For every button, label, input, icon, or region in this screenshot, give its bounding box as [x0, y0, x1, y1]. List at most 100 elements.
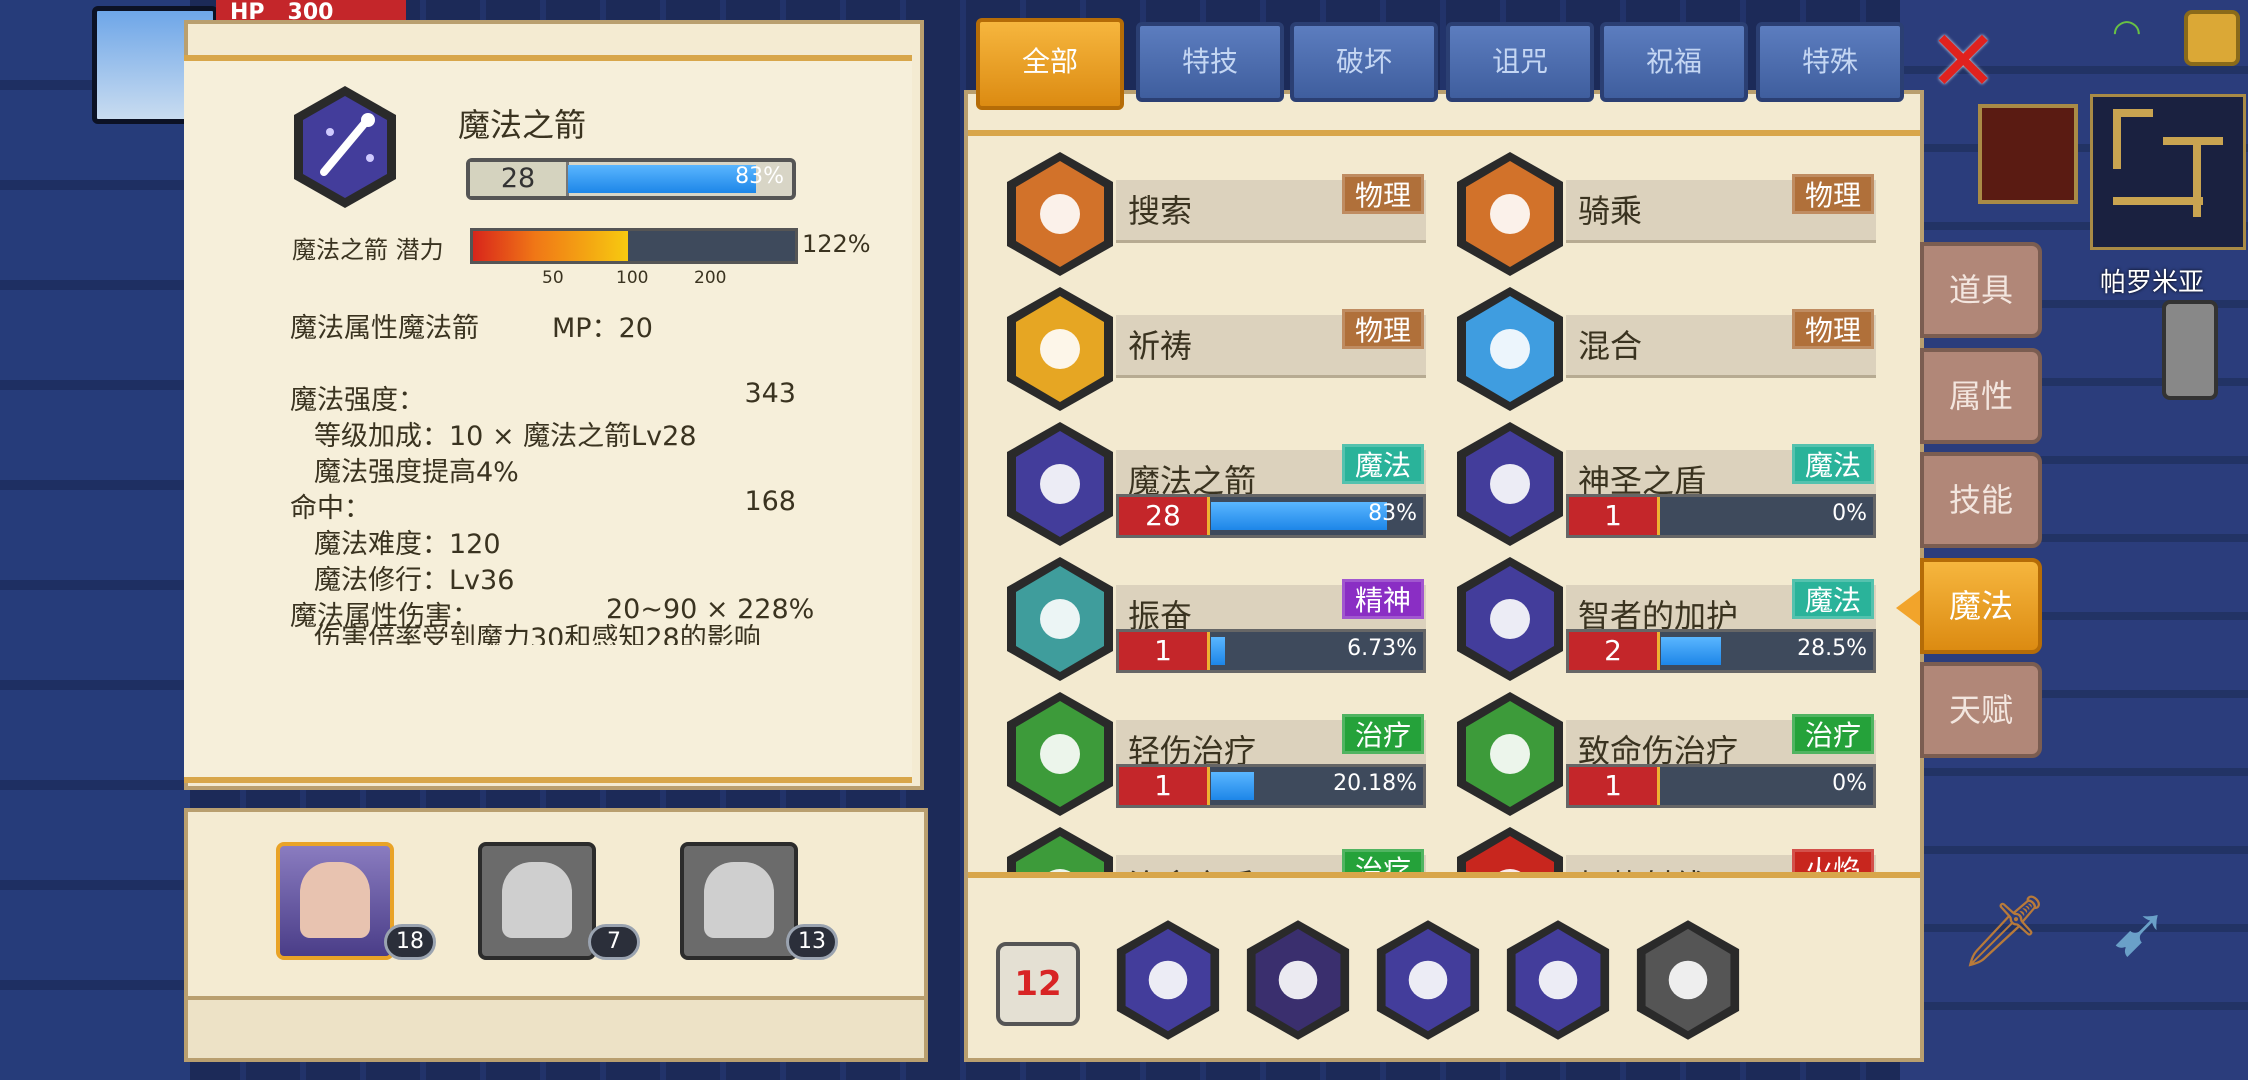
potential-label: 魔法之箭 潜力: [292, 236, 444, 264]
tab-blessing[interactable]: 祝福: [1600, 22, 1748, 102]
skill-level-percent: 0%: [1832, 501, 1867, 526]
skill-card[interactable]: 智者的加护 魔法 2 28.5%: [1454, 555, 1876, 683]
wifi-icon: ◠: [2112, 12, 2142, 52]
minimap[interactable]: [2090, 94, 2246, 250]
sword-icon[interactable]: 🗡: [1960, 890, 2049, 973]
skill-level-bar: 1 0%: [1566, 494, 1876, 538]
power-value: 343: [744, 378, 796, 409]
bow-icon[interactable]: ➹: [2110, 890, 2169, 972]
skill-type-tag: 火焰: [1791, 849, 1874, 872]
skill-level-bar: 2 28.5%: [1566, 629, 1876, 673]
side-tab-pointer: [1896, 590, 1920, 626]
skill-level-bar: 28 83%: [466, 158, 796, 200]
side-tab-items[interactable]: 道具: [1920, 242, 2042, 338]
flask-icon: [1457, 287, 1563, 411]
potential-tick: 100: [616, 268, 649, 288]
potential-tick: 50: [542, 268, 564, 288]
side-tab-attributes[interactable]: 属性: [1920, 348, 2042, 444]
skill-level-fill: [568, 165, 756, 193]
difficulty-line: 魔法难度：120: [314, 529, 501, 560]
skill-card[interactable]: 振奋 精神 1 6.73%: [1004, 555, 1426, 683]
location-label: 帕罗米亚: [2100, 268, 2205, 298]
party-member-2[interactable]: [478, 842, 596, 960]
tab-special-skill[interactable]: 特技: [1136, 22, 1284, 102]
side-tab-magic[interactable]: 魔法: [1920, 558, 2042, 654]
skill-card[interactable]: 治愈之手 治疗: [1004, 825, 1426, 872]
tab-curse[interactable]: 诅咒: [1446, 22, 1594, 102]
skill-level-bar: 1 6.73%: [1116, 629, 1426, 673]
party-member-1[interactable]: [276, 842, 394, 960]
skill-level-fill: [1211, 637, 1226, 665]
skill-level-bar: 1 20.18%: [1116, 764, 1426, 808]
skill-level-bar: 28 83%: [1116, 494, 1426, 538]
side-tab-skills[interactable]: 技能: [1920, 452, 2042, 548]
side-tab-talent[interactable]: 天赋: [1920, 662, 2042, 758]
shield-icon: [1457, 422, 1563, 546]
skill-name: 治愈之手: [1128, 861, 1256, 872]
hit-value: 168: [744, 486, 796, 517]
portrait-face: [704, 862, 774, 938]
quickbar-slot[interactable]: [1114, 918, 1222, 1042]
skill-card[interactable]: 炽热射线 火焰: [1454, 825, 1876, 872]
skill-type-tag: 精神: [1341, 579, 1424, 619]
sort-button[interactable]: 12: [996, 942, 1080, 1026]
skill-type-tag: 物理: [1791, 174, 1874, 214]
play-button[interactable]: [1978, 104, 2078, 204]
skill-card[interactable]: 搜索 物理: [1004, 150, 1426, 278]
training-line: 魔法修行：Lv36: [314, 565, 515, 596]
tab-special[interactable]: 特殊: [1756, 22, 1904, 102]
party-member-level: 18: [384, 924, 436, 960]
eye-pyramid-icon: [1457, 557, 1563, 681]
skill-type-tag: 物理: [1791, 309, 1874, 349]
skill-title: 魔法之箭: [458, 106, 587, 144]
skill-name: 炽热射线: [1578, 861, 1706, 872]
skill-name: 祈祷: [1128, 327, 1193, 365]
exit-button[interactable]: [2184, 10, 2240, 66]
party-member-3[interactable]: [680, 842, 798, 960]
skill-level-percent: 28.5%: [1797, 636, 1867, 661]
power-label: 魔法强度：: [290, 385, 425, 416]
party-strip: [184, 996, 928, 1062]
mp-line: MP：20: [552, 313, 653, 344]
skill-level: 2: [1569, 632, 1660, 670]
heal-drop-icon: [1007, 692, 1113, 816]
heart-heal-icon: [1457, 692, 1563, 816]
skill-card[interactable]: 致命伤治疗 治疗 1 0%: [1454, 690, 1876, 818]
fire-ray-icon: [1457, 827, 1563, 872]
tab-all[interactable]: 全部: [976, 18, 1124, 110]
tab-destruction[interactable]: 破坏: [1290, 22, 1438, 102]
heal-hand-icon: [1007, 827, 1113, 872]
damage-note: 伤害倍率受到魔力30和感知28的影响: [314, 623, 761, 645]
skill-name: 骑乘: [1578, 192, 1643, 230]
flame-icon: [1506, 920, 1610, 1040]
quickbar-slot[interactable]: [1634, 918, 1742, 1042]
phone-icon[interactable]: [2162, 300, 2218, 400]
skill-level: 1: [1569, 767, 1660, 805]
quickbar-slot[interactable]: [1504, 918, 1612, 1042]
close-icon[interactable]: ✕: [1928, 19, 1998, 103]
lightning-icon: [1246, 920, 1350, 1040]
skill-type-tag: 魔法: [1791, 444, 1874, 484]
skill-level-fill: [1661, 637, 1722, 665]
skill-list[interactable]: 搜索 物理 骑乘 物理 祈祷 物理 混合 物理 魔法之箭 魔法 28 83% 神圣之盾 魔法 1 0% 振奋 精神…: [968, 130, 1920, 878]
skill-level: 1: [1569, 497, 1660, 535]
skill-level-percent: 83%: [1368, 501, 1417, 526]
skill-card[interactable]: 魔法之箭 魔法 28 83%: [1004, 420, 1426, 548]
skill-card[interactable]: 神圣之盾 魔法 1 0%: [1454, 420, 1876, 548]
party-member-level: 7: [588, 924, 640, 960]
skill-card[interactable]: 混合 物理: [1454, 285, 1876, 413]
skill-name: 搜索: [1128, 192, 1193, 230]
skill-card[interactable]: 轻伤治疗 治疗 1 20.18%: [1004, 690, 1426, 818]
skill-level-percent: 20.18%: [1333, 771, 1417, 796]
hit-label: 命中：: [290, 493, 371, 524]
quickbar-slot[interactable]: [1244, 918, 1352, 1042]
skill-level-percent: 83%: [735, 164, 784, 189]
skill-type-tag: 魔法: [1341, 444, 1424, 484]
quickbar-slot[interactable]: [1374, 918, 1482, 1042]
skill-level-percent: 0%: [1832, 771, 1867, 796]
party-member-level: 13: [786, 924, 838, 960]
skill-card[interactable]: 骑乘 物理: [1454, 150, 1876, 278]
skill-card[interactable]: 祈祷 物理: [1004, 285, 1426, 413]
skill-level-bar: 1 0%: [1566, 764, 1876, 808]
spirit-icon: [1007, 557, 1113, 681]
